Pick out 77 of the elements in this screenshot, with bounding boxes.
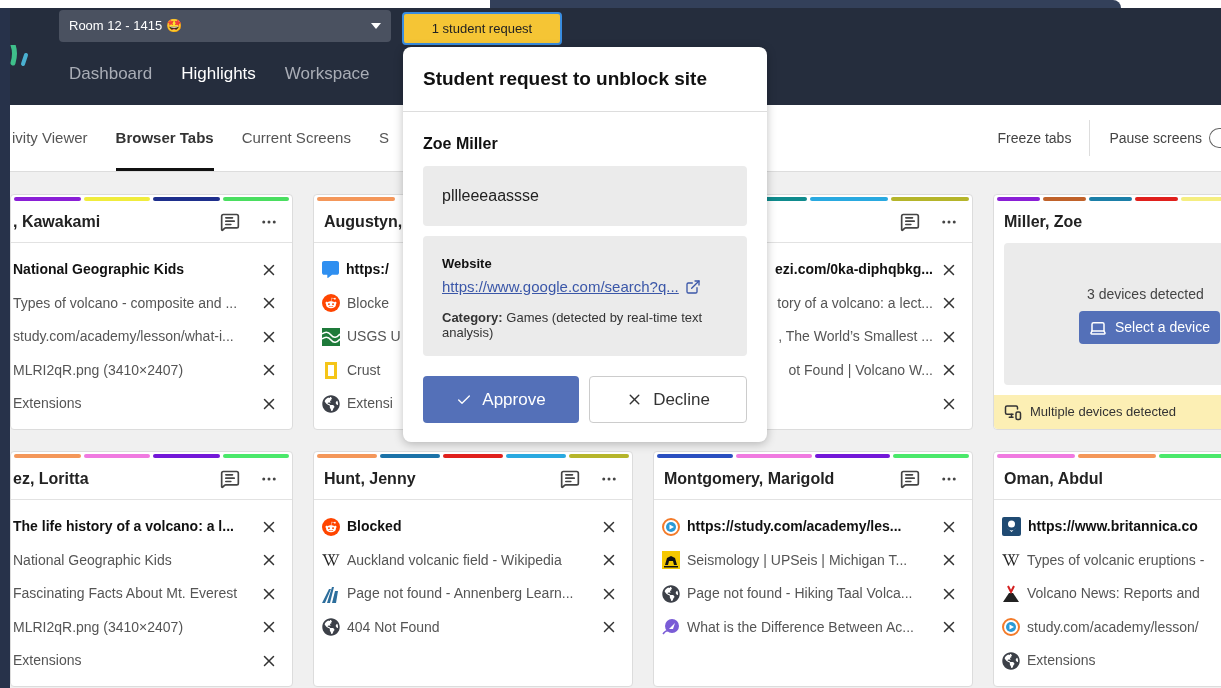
tab-title[interactable]: National Geographic Kids bbox=[13, 259, 253, 281]
student-name: Miller, Zoe bbox=[1004, 212, 1083, 232]
wiki-w-icon bbox=[322, 553, 340, 568]
student-name: , Kawakami bbox=[13, 211, 102, 232]
tab-title[interactable]: study.com/academy/lesson/ bbox=[1027, 616, 1221, 638]
popover-title: Student request to unblock site bbox=[423, 66, 707, 91]
alien-icon bbox=[322, 294, 340, 313]
play-circle-icon bbox=[662, 517, 680, 536]
tab-title[interactable]: Volcano News: Reports and bbox=[1027, 583, 1221, 605]
tab-title[interactable]: Extensions bbox=[13, 393, 253, 415]
student-name: Oman, Abdul bbox=[1004, 468, 1104, 489]
message-icon[interactable] bbox=[560, 468, 580, 489]
view-tab[interactable]: S bbox=[378, 105, 389, 171]
nav-link[interactable]: Workspace bbox=[284, 61, 370, 87]
select-device-button[interactable]: Select a device bbox=[1079, 311, 1220, 344]
tab-title[interactable]: MLRI2qR.png (3410×2407) bbox=[13, 359, 253, 381]
globe-icon bbox=[662, 584, 680, 603]
external-link-icon[interactable] bbox=[684, 278, 701, 295]
nav-link[interactable]: Dashboard bbox=[69, 61, 153, 87]
nav-link[interactable]: Highlights bbox=[181, 61, 256, 87]
student-name: Zoe Miller bbox=[423, 134, 499, 154]
tab-title[interactable]: Fascinating Facts About Mt. Everest bbox=[13, 583, 253, 605]
wave-logo-icon bbox=[322, 327, 340, 346]
tab-title[interactable]: What is the Difference Between Ac... bbox=[687, 616, 933, 638]
tab-title[interactable]: MLRI2qR.png (3410×2407) bbox=[13, 616, 253, 638]
tab-title[interactable]: The life history of a volcano: a l... bbox=[13, 516, 253, 538]
website-link[interactable]: https://www.google.com/search?q... bbox=[442, 275, 679, 298]
view-tab[interactable]: ivity Viewer bbox=[12, 105, 88, 171]
globe-icon bbox=[1002, 651, 1020, 670]
category-text: Category: Games (detected by real-time text analysis) bbox=[442, 310, 704, 340]
student-name: ez, Loritta bbox=[13, 468, 90, 489]
volcano-icon bbox=[1002, 584, 1020, 603]
tab-title[interactable]: Extensions bbox=[13, 650, 253, 672]
decline-button[interactable]: Decline bbox=[589, 376, 747, 423]
globe-icon bbox=[322, 618, 340, 637]
message-text: pllleeeaassse bbox=[442, 186, 539, 206]
tab-title[interactable]: https://www.britannica.co bbox=[1028, 516, 1221, 538]
frame-icon bbox=[325, 361, 337, 379]
website-label: Website bbox=[442, 255, 493, 273]
logo-icon bbox=[10, 45, 30, 67]
message-icon[interactable] bbox=[220, 468, 240, 489]
student-name: Hunt, Jenny bbox=[324, 468, 417, 489]
tab-title[interactable]: Types of volcanic eruptions - bbox=[1027, 549, 1221, 571]
alien-icon bbox=[322, 517, 340, 536]
approve-button[interactable]: Approve bbox=[423, 376, 579, 423]
room-dropdown[interactable]: Room 12 - 1415 🤩 bbox=[59, 10, 391, 42]
view-tab[interactable]: Current Screens bbox=[241, 105, 351, 171]
tab-title[interactable]: Page not found - Annenberg Learn... bbox=[347, 583, 593, 605]
globe-icon bbox=[322, 394, 340, 413]
tab-title[interactable]: Page not found - Hiking Taal Volca... bbox=[687, 583, 933, 605]
devices-message: 3 devices detected bbox=[1087, 285, 1204, 304]
stripes-logo-icon bbox=[322, 584, 340, 603]
pause-screens-label: Pause screens bbox=[1109, 128, 1202, 148]
freeze-tabs-button[interactable]: Freeze tabs bbox=[987, 127, 1082, 149]
message-icon[interactable] bbox=[220, 211, 240, 232]
tab-title[interactable]: 404 Not Found bbox=[347, 616, 593, 638]
warning-text: Multiple devices detected bbox=[1030, 403, 1176, 422]
student-name: Augustyn, bbox=[324, 211, 404, 232]
chat-bubble-icon bbox=[322, 261, 339, 279]
tab-title[interactable]: Blocked bbox=[347, 516, 593, 538]
student-name: Montgomery, Marigold bbox=[664, 468, 836, 489]
tab-title[interactable]: Auckland volcanic field - Wikipedia bbox=[347, 549, 593, 571]
tab-title[interactable]: https://study.com/academy/les... bbox=[687, 516, 933, 538]
play-circle-icon bbox=[1002, 618, 1020, 637]
tab-title[interactable]: Extensions bbox=[1027, 650, 1221, 672]
message-icon[interactable] bbox=[900, 211, 920, 232]
tab-title[interactable]: Types of volcano - composite and ... bbox=[13, 292, 253, 314]
caret-icon bbox=[371, 23, 381, 29]
tab-title[interactable]: study.com/academy/lesson/what-i... bbox=[13, 326, 253, 348]
devices-icon bbox=[1004, 403, 1022, 421]
message-icon[interactable] bbox=[900, 468, 920, 489]
rocket-icon bbox=[662, 618, 680, 637]
student-request-button[interactable]: 1 student request bbox=[402, 12, 562, 45]
tab-title[interactable]: National Geographic Kids bbox=[13, 549, 253, 571]
tab-title[interactable]: Seismology | UPSeis | Michigan T... bbox=[687, 549, 933, 571]
lion-badge-icon bbox=[662, 551, 680, 570]
wiki-w-icon bbox=[1002, 553, 1020, 568]
